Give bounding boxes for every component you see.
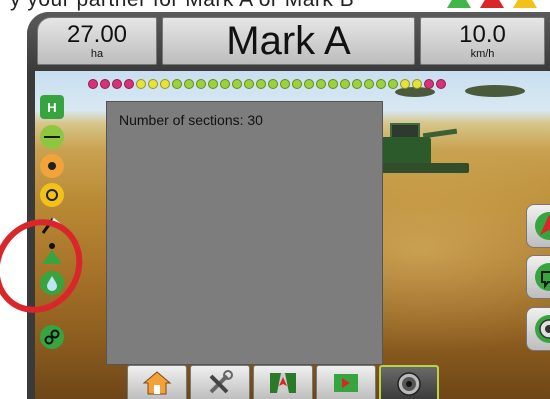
- section-dot: [424, 79, 434, 89]
- section-dot: [328, 79, 338, 89]
- camera-icon[interactable]: [40, 154, 64, 178]
- bottom-tab-bar: [127, 365, 454, 399]
- camera-tab[interactable]: [379, 365, 439, 399]
- section-dot: [148, 79, 158, 89]
- guidance-arrow-icon: [535, 212, 550, 240]
- section-dot: [112, 79, 122, 89]
- steering-icon[interactable]: [40, 125, 64, 149]
- section-dot: [340, 79, 350, 89]
- rtk-view-button[interactable]: [526, 307, 550, 351]
- section-dot: [100, 79, 110, 89]
- info-panel: Number of sections: 30: [106, 101, 383, 365]
- home-tab[interactable]: [127, 365, 187, 399]
- tilt-icon[interactable]: [40, 183, 64, 207]
- section-dot: [292, 79, 302, 89]
- section-dot: [304, 79, 314, 89]
- guidance-tab[interactable]: [253, 365, 313, 399]
- section-dot: [208, 79, 218, 89]
- section-dot: [400, 79, 410, 89]
- field-map-icon: [334, 374, 358, 392]
- top-caption-fragment: y your partner for Mark A or Mark B: [10, 0, 354, 12]
- boom-icon[interactable]: H: [40, 95, 64, 119]
- section-dot: [244, 79, 254, 89]
- map-view-button[interactable]: [526, 255, 550, 299]
- section-dot: [88, 79, 98, 89]
- yellow-triangle-icon: [513, 0, 537, 8]
- satellite-icon: [535, 315, 550, 343]
- home-icon: [142, 371, 172, 395]
- page-title: Mark A: [226, 19, 351, 63]
- section-dot: [376, 79, 386, 89]
- section-dot: [280, 79, 290, 89]
- field-tab[interactable]: [316, 365, 376, 399]
- section-dot: [256, 79, 266, 89]
- section-dot: [364, 79, 374, 89]
- section-dot: [184, 79, 194, 89]
- area-unit: ha: [90, 48, 104, 60]
- header-bar: 27.00 ha Mark A 10.0 km/h: [27, 12, 550, 70]
- mark-title-box: Mark A: [162, 17, 415, 65]
- guidance-lane-icon: [270, 373, 296, 393]
- speed-counter[interactable]: 10.0 km/h: [420, 17, 545, 65]
- area-value: 27.00: [66, 21, 128, 48]
- red-triangle-icon: [480, 0, 504, 8]
- link-icon[interactable]: [40, 325, 64, 349]
- tree-line: [465, 85, 525, 97]
- section-dot: [220, 79, 230, 89]
- section-indicator-row: [88, 79, 446, 91]
- speed-value: 10.0: [459, 21, 506, 48]
- tools-icon: [209, 370, 233, 394]
- guidance-view-button[interactable]: [526, 204, 550, 248]
- green-triangle-icon: [447, 0, 471, 8]
- section-dot: [268, 79, 278, 89]
- tools-tab[interactable]: [190, 365, 250, 399]
- section-dot: [160, 79, 170, 89]
- sections-count-text: Number of sections: 30: [119, 112, 263, 128]
- section-dot: [172, 79, 182, 89]
- area-counter[interactable]: 27.00 ha: [37, 17, 157, 65]
- section-dot: [124, 79, 134, 89]
- speed-unit: km/h: [470, 48, 495, 60]
- section-dot: [196, 79, 206, 89]
- section-dot: [352, 79, 362, 89]
- section-dot: [436, 79, 446, 89]
- section-dot: [316, 79, 326, 89]
- section-dot: [232, 79, 242, 89]
- camera-lens-icon: [397, 371, 421, 396]
- section-dot: [412, 79, 422, 89]
- map-view-icon: [535, 263, 550, 291]
- console-screen: 27.00 ha Mark A 10.0 km/h Number of sect…: [27, 12, 550, 399]
- section-dot: [136, 79, 146, 89]
- section-dot: [388, 79, 398, 89]
